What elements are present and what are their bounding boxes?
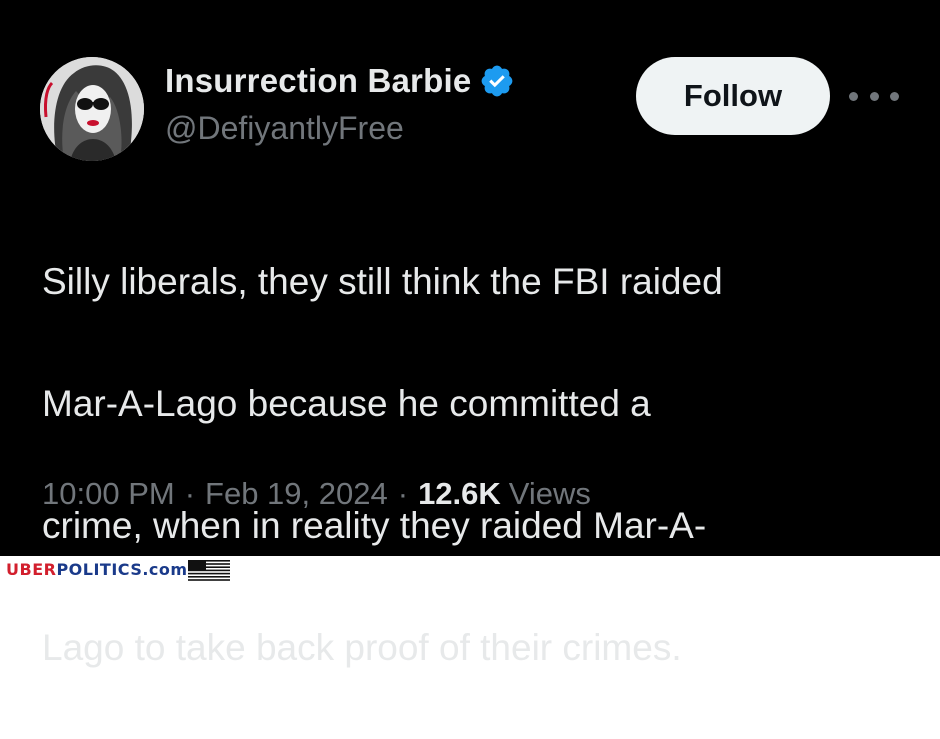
views-label: Views [508, 476, 591, 511]
display-name[interactable]: Insurrection Barbie [165, 62, 471, 100]
us-flag-icon [188, 560, 230, 581]
tweet-time[interactable]: 10:00 PM [42, 476, 175, 512]
meta-separator: · [397, 476, 409, 511]
author-name-row: Insurrection Barbie [165, 60, 515, 102]
more-options-icon[interactable] [849, 82, 899, 110]
watermark-footer: UBERPOLITICS.com [0, 556, 940, 582]
tweet-text: Silly liberals, they still think the FBI… [42, 190, 902, 739]
follow-button[interactable]: Follow [636, 57, 830, 135]
tweet-text-line: Lago to take back proof of their crimes. [42, 627, 682, 668]
verified-badge-icon[interactable] [479, 63, 515, 99]
tweet-text-line: Mar-A-Lago because he committed a [42, 383, 651, 424]
author-handle[interactable]: @DefiyantlyFree [165, 110, 404, 147]
views-count: 12.6K [418, 476, 501, 511]
tweet-meta: 10:00 PM · Feb 19, 2024 · 12.6K Views [42, 472, 591, 516]
tweet-card: Insurrection Barbie @DefiyantlyFree Foll… [0, 0, 940, 668]
meta-separator: · [184, 476, 196, 511]
tweet-text-line: Silly liberals, they still think the FBI… [42, 261, 723, 302]
avatar-image [40, 57, 144, 161]
avatar[interactable] [40, 57, 144, 161]
site-watermark: UBERPOLITICS.com [6, 560, 188, 579]
tweet-date[interactable]: Feb 19, 2024 [205, 476, 388, 512]
